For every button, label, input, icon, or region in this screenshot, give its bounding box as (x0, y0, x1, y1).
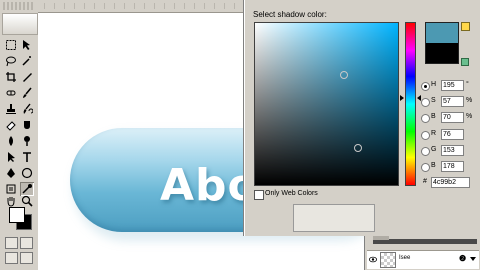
only-web-colors-checkbox[interactable] (254, 190, 264, 200)
hex-input[interactable]: 4c99b2 (431, 177, 470, 188)
screen-mode-standard-button[interactable] (5, 252, 18, 264)
blue-radio[interactable] (421, 163, 430, 172)
pen-tool-icon[interactable] (4, 166, 18, 180)
green-label: G (431, 146, 437, 153)
layers-tab[interactable] (373, 236, 389, 240)
saturation-radio[interactable] (421, 98, 430, 107)
shape-tool-icon[interactable] (20, 166, 34, 180)
new-color-swatch (425, 22, 459, 44)
layer-thumbnail (380, 252, 396, 268)
path-selection-tool-icon[interactable] (4, 150, 18, 164)
brightness-label: B (431, 113, 436, 120)
slice-tool-icon[interactable] (20, 70, 34, 84)
color-picker-dialog: Select shadow color: H 195 ° S 57 % B 70… (244, 0, 480, 236)
quick-mask-mode-button[interactable] (20, 237, 33, 249)
hue-slider[interactable] (405, 22, 416, 186)
standard-mode-button[interactable] (5, 237, 18, 249)
saturation-unit: % (466, 97, 473, 104)
marquee-tool-icon[interactable] (4, 38, 18, 52)
green-radio[interactable] (421, 147, 430, 156)
color-field-marker-secondary[interactable] (354, 144, 362, 152)
blur-tool-icon[interactable] (4, 134, 18, 148)
layer-row[interactable]: Isee ❷ (367, 250, 479, 269)
palette-grip[interactable] (3, 2, 35, 10)
gradient-tool-icon[interactable] (20, 118, 34, 132)
type-tool-icon[interactable] (20, 150, 34, 164)
layer-expand-arrow-icon[interactable] (470, 257, 476, 261)
gamut-warning-icon[interactable] (461, 22, 470, 31)
layers-panel: Isee ❷ (364, 236, 480, 270)
brightness-radio[interactable] (421, 114, 430, 123)
red-radio[interactable] (421, 131, 430, 140)
hand-tool-icon[interactable] (4, 194, 18, 208)
dialog-title: Select shadow color: (253, 10, 327, 19)
brush-tool-icon[interactable] (20, 86, 34, 100)
red-label: R (431, 130, 437, 137)
hue-unit: ° (466, 81, 469, 88)
only-web-colors-label: Only Web Colors (265, 190, 318, 197)
tools-palette (0, 0, 39, 270)
layer-name[interactable]: Isee (399, 255, 410, 261)
hue-input[interactable]: 195 (441, 80, 464, 91)
healing-brush-tool-icon[interactable] (4, 86, 18, 100)
saturation-input[interactable]: 57 (441, 96, 464, 107)
screen-mode-full-button[interactable] (20, 252, 33, 264)
stamp-tool-icon[interactable] (4, 102, 18, 116)
brightness-unit: % (466, 113, 473, 120)
brightness-input[interactable]: 70 (441, 112, 464, 123)
eraser-tool-icon[interactable] (4, 118, 18, 132)
zoom-tool-icon[interactable] (20, 194, 34, 208)
web-safe-cube-icon[interactable] (461, 58, 469, 66)
current-color-swatch[interactable] (425, 43, 459, 64)
magic-wand-tool-icon[interactable] (20, 54, 34, 68)
layer-style-fx-icon[interactable]: ❷ (459, 254, 466, 263)
hue-slider-arrow-left[interactable] (400, 95, 404, 101)
blue-input[interactable]: 178 (441, 161, 464, 172)
visibility-eye-icon[interactable] (369, 256, 377, 263)
dodge-tool-icon[interactable] (20, 134, 34, 148)
foreground-color-swatch[interactable] (9, 207, 25, 223)
lasso-tool-icon[interactable] (4, 54, 18, 68)
saturation-label: S (431, 97, 436, 104)
move-tool-icon[interactable] (20, 38, 34, 52)
blue-label: B (431, 162, 436, 169)
history-brush-tool-icon[interactable] (20, 102, 34, 116)
red-input[interactable]: 76 (441, 129, 464, 140)
crop-tool-icon[interactable] (4, 70, 18, 84)
photoshop-logo[interactable] (2, 13, 38, 35)
style-preview-box (293, 204, 375, 232)
hex-label: # (423, 178, 427, 185)
green-input[interactable]: 153 (441, 145, 464, 156)
hue-label: H (431, 81, 437, 88)
hue-radio[interactable] (421, 82, 430, 91)
color-field-marker[interactable] (340, 71, 348, 79)
color-field[interactable] (254, 22, 399, 186)
